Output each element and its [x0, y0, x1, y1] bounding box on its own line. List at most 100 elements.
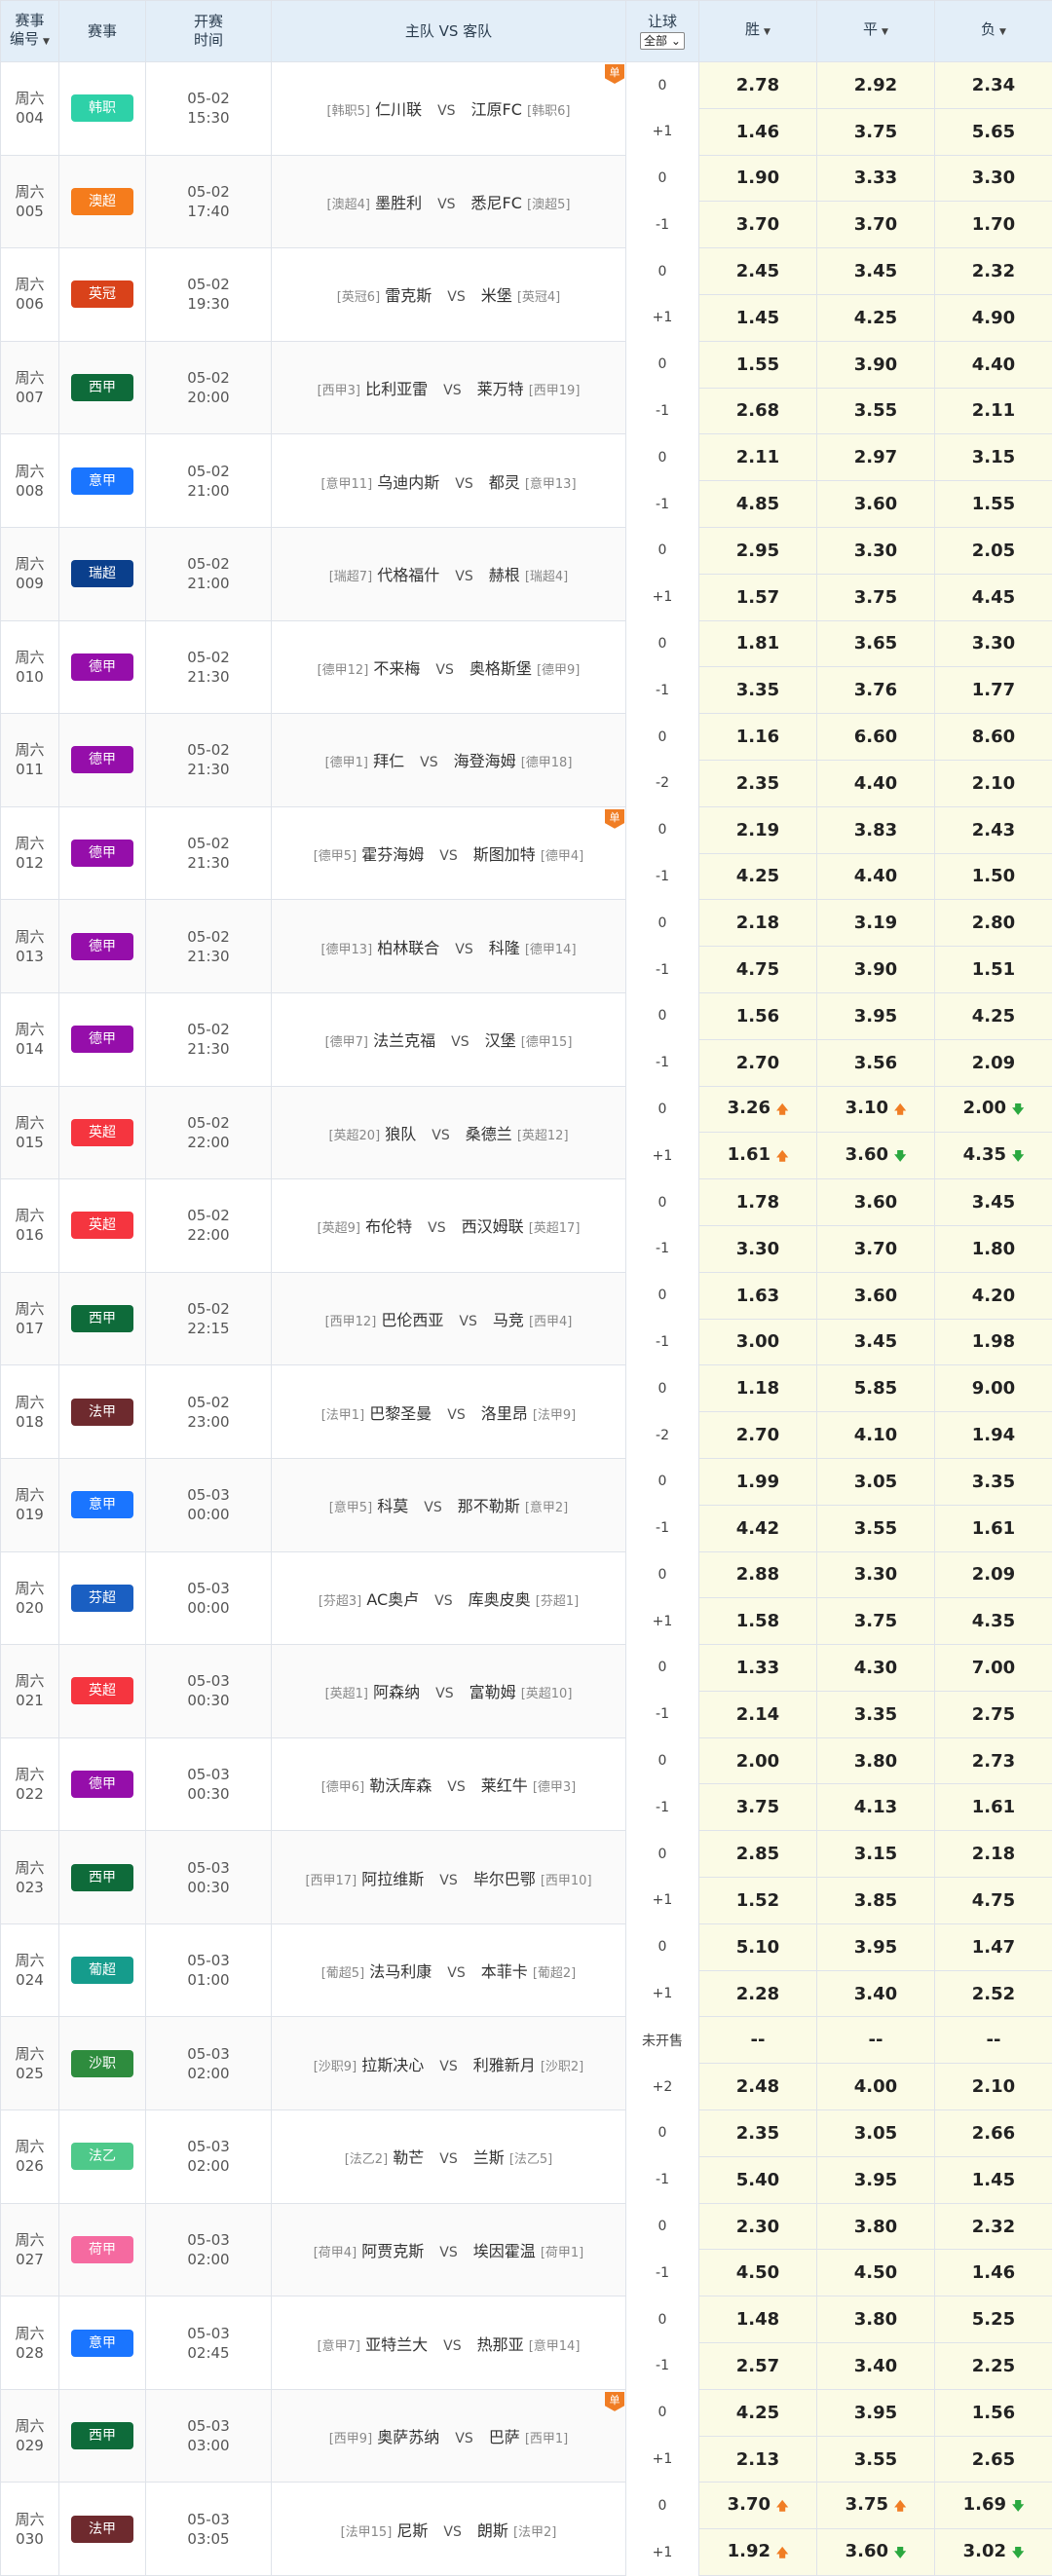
home-team[interactable]: 乌迪内斯	[377, 473, 439, 492]
league-badge[interactable]: 意甲	[71, 1491, 133, 1518]
odds-win[interactable]: 1.99	[699, 1458, 817, 1505]
away-team[interactable]: 朗斯	[477, 2521, 508, 2540]
odds-win[interactable]: 1.92🡅	[699, 2529, 817, 2576]
odds-lose[interactable]: 2.65	[935, 2436, 1052, 2483]
odds-draw[interactable]: 3.80	[817, 2296, 935, 2343]
away-team[interactable]: 那不勒斯	[458, 1497, 520, 1515]
odds-lose[interactable]: 2.10	[935, 760, 1052, 806]
odds-draw[interactable]: 4.50	[817, 2250, 935, 2296]
odds-lose[interactable]: 4.45	[935, 574, 1052, 620]
odds-lose[interactable]: 2.10	[935, 2064, 1052, 2110]
odds-draw[interactable]: 3.30	[817, 527, 935, 574]
odds-win[interactable]: 2.13	[699, 2436, 817, 2483]
odds-win[interactable]: 1.55	[699, 341, 817, 388]
odds-draw[interactable]: 3.35	[817, 1691, 935, 1737]
odds-lose[interactable]: 3.45	[935, 1179, 1052, 1226]
odds-draw[interactable]: 4.25	[817, 294, 935, 341]
odds-lose[interactable]: 2.25	[935, 2343, 1052, 2390]
league-badge[interactable]: 德甲	[71, 1771, 133, 1798]
odds-draw[interactable]: 4.10	[817, 1412, 935, 1459]
home-team[interactable]: 布伦特	[365, 1217, 412, 1236]
col-match-no[interactable]: 赛事 编号▼	[1, 1, 59, 62]
odds-win[interactable]: 4.85	[699, 481, 817, 528]
odds-lose[interactable]: 1.46	[935, 2250, 1052, 2296]
odds-lose[interactable]: 1.69🡇	[935, 2483, 1052, 2529]
odds-draw[interactable]: 3.05	[817, 2110, 935, 2157]
league-badge[interactable]: 西甲	[71, 1864, 133, 1891]
league-badge[interactable]: 西甲	[71, 2422, 133, 2449]
league-badge[interactable]: 澳超	[71, 188, 133, 215]
odds-lose[interactable]: 1.98	[935, 1319, 1052, 1365]
odds-lose[interactable]: 2.43	[935, 806, 1052, 853]
odds-lose[interactable]: 4.75	[935, 1878, 1052, 1924]
odds-draw[interactable]: 3.40	[817, 2343, 935, 2390]
odds-draw[interactable]: 3.19	[817, 900, 935, 947]
odds-draw[interactable]: 3.55	[817, 2436, 935, 2483]
handicap-filter-select[interactable]: 全部 ⌄	[640, 32, 685, 50]
home-team[interactable]: 法马利康	[369, 1962, 432, 1981]
odds-lose[interactable]: 1.51	[935, 947, 1052, 993]
odds-lose[interactable]: 7.00	[935, 1645, 1052, 1692]
odds-win[interactable]: 2.19	[699, 806, 817, 853]
odds-lose[interactable]: 2.11	[935, 388, 1052, 434]
league-badge[interactable]: 意甲	[71, 2330, 133, 2357]
odds-lose[interactable]: 1.77	[935, 667, 1052, 714]
home-team[interactable]: 阿森纳	[373, 1683, 420, 1701]
odds-win[interactable]: 3.75	[699, 1784, 817, 1831]
odds-win[interactable]: 4.42	[699, 1505, 817, 1551]
odds-draw[interactable]: 2.97	[817, 434, 935, 481]
odds-win[interactable]: 3.26🡅	[699, 1086, 817, 1133]
away-team[interactable]: 斯图加特	[473, 845, 536, 864]
home-team[interactable]: AC奥卢	[366, 1590, 419, 1609]
odds-draw[interactable]: 3.70	[817, 1225, 935, 1272]
odds-win[interactable]: 1.56	[699, 992, 817, 1039]
odds-draw[interactable]: 3.60	[817, 1179, 935, 1226]
odds-draw[interactable]: 5.85	[817, 1365, 935, 1412]
away-team[interactable]: 利雅新月	[473, 2056, 536, 2074]
league-badge[interactable]: 荷甲	[71, 2236, 133, 2263]
odds-draw[interactable]: 4.40	[817, 853, 935, 900]
odds-draw[interactable]: 3.60	[817, 481, 935, 528]
home-team[interactable]: 霍芬海姆	[361, 845, 424, 864]
odds-win[interactable]: 1.57	[699, 574, 817, 620]
home-team[interactable]: 勒沃库森	[369, 1776, 432, 1795]
odds-lose[interactable]: 4.20	[935, 1272, 1052, 1319]
odds-win[interactable]: 4.50	[699, 2250, 817, 2296]
odds-draw[interactable]: 3.60🡇	[817, 2529, 935, 2576]
home-team[interactable]: 亚特兰大	[365, 2335, 428, 2354]
odds-win[interactable]: 5.40	[699, 2156, 817, 2203]
odds-win[interactable]: 2.95	[699, 527, 817, 574]
league-badge[interactable]: 沙职	[71, 2050, 133, 2077]
odds-lose[interactable]: 5.25	[935, 2296, 1052, 2343]
odds-win[interactable]: 3.70	[699, 202, 817, 248]
odds-lose[interactable]: 2.09	[935, 1039, 1052, 1086]
odds-win[interactable]: 2.85	[699, 1831, 817, 1878]
odds-lose[interactable]: --	[935, 2017, 1052, 2064]
odds-draw[interactable]: 4.40	[817, 760, 935, 806]
odds-draw[interactable]: 3.45	[817, 1319, 935, 1365]
odds-lose[interactable]: 1.55	[935, 481, 1052, 528]
league-badge[interactable]: 德甲	[71, 933, 133, 960]
odds-draw[interactable]: 3.05	[817, 1458, 935, 1505]
home-team[interactable]: 柏林联合	[377, 939, 439, 957]
away-team[interactable]: 江原FC	[471, 100, 522, 119]
odds-draw[interactable]: 3.85	[817, 1878, 935, 1924]
league-badge[interactable]: 德甲	[71, 1026, 133, 1053]
league-badge[interactable]: 英超	[71, 1119, 133, 1146]
away-team[interactable]: 悉尼FC	[471, 194, 522, 212]
odds-win[interactable]: 5.10	[699, 1923, 817, 1970]
odds-draw[interactable]: 3.83	[817, 806, 935, 853]
league-badge[interactable]: 德甲	[71, 746, 133, 773]
odds-lose[interactable]: 2.80	[935, 900, 1052, 947]
odds-draw[interactable]: 3.10🡅	[817, 1086, 935, 1133]
odds-draw[interactable]: 3.95	[817, 2156, 935, 2203]
odds-win[interactable]: 1.61🡅	[699, 1133, 817, 1179]
odds-win[interactable]: 2.00	[699, 1737, 817, 1784]
odds-win[interactable]: 1.46	[699, 108, 817, 155]
col-win[interactable]: 胜▼	[699, 1, 817, 62]
odds-lose[interactable]: 5.65	[935, 108, 1052, 155]
odds-lose[interactable]: 1.45	[935, 2156, 1052, 2203]
away-team[interactable]: 莱万特	[477, 380, 524, 398]
league-badge[interactable]: 葡超	[71, 1957, 133, 1984]
home-team[interactable]: 巴黎圣曼	[369, 1404, 432, 1423]
